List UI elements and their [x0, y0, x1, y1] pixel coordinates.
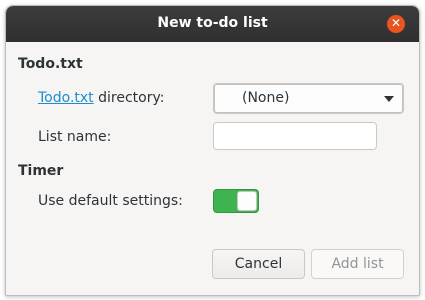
dialog-title: New to-do list: [157, 15, 268, 31]
cancel-button[interactable]: Cancel: [212, 249, 305, 279]
close-icon: ✕: [390, 16, 402, 30]
dropdown-arrow-icon: [384, 96, 394, 102]
close-button[interactable]: ✕: [387, 15, 405, 33]
directory-combobox[interactable]: (None): [213, 83, 404, 114]
add-list-button[interactable]: Add list: [311, 249, 404, 279]
directory-label-row: Todo.txt directory:: [38, 90, 164, 106]
titlebar: New to-do list ✕: [6, 6, 419, 42]
directory-selected-value: (None): [242, 90, 290, 106]
todotxt-section-title: Todo.txt: [18, 56, 83, 72]
default-settings-toggle[interactable]: [213, 189, 259, 213]
list-name-label: List name:: [38, 129, 112, 145]
new-todo-list-dialog: New to-do list ✕ Todo.txt Todo.txt direc…: [5, 5, 420, 296]
list-name-input[interactable]: [213, 122, 377, 150]
default-settings-label: Use default settings:: [38, 193, 183, 209]
timer-section-title: Timer: [18, 163, 64, 179]
toggle-knob: [237, 191, 257, 211]
directory-label: directory:: [98, 90, 165, 106]
todotxt-link[interactable]: Todo.txt: [38, 90, 94, 106]
